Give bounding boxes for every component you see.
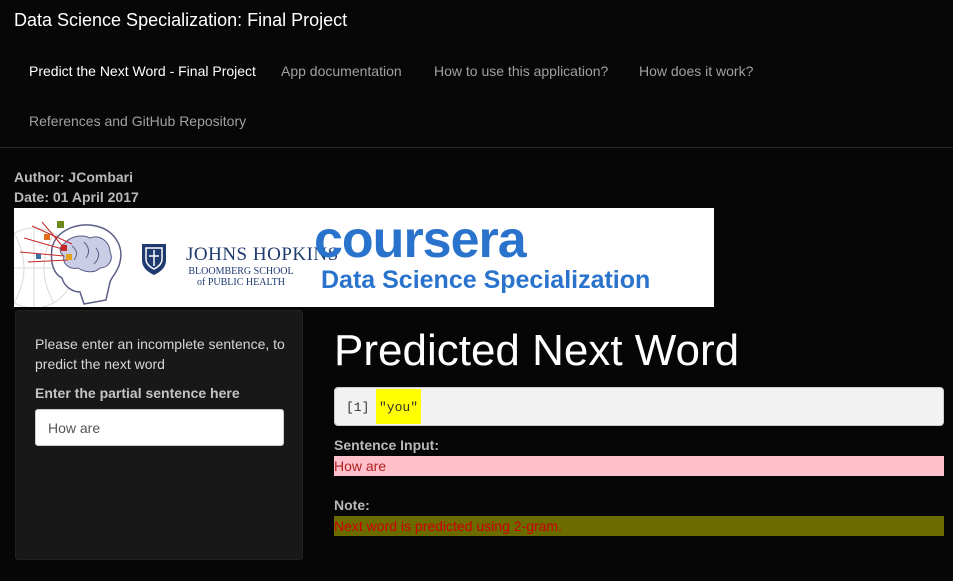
sentence-input-label: Enter the partial sentence here xyxy=(35,385,240,401)
header-banner: JOHNS HOPKINS BLOOMBERG SCHOOL of PUBLIC… xyxy=(14,208,714,307)
author-line: Author: JCombari xyxy=(14,169,133,185)
tab-references[interactable]: References and GitHub Repository xyxy=(29,113,246,129)
date-line: Date: 01 April 2017 xyxy=(14,189,139,205)
note-value: Next word is predicted using 2-gram. xyxy=(334,516,944,536)
app-title[interactable]: Data Science Specialization: Final Proje… xyxy=(14,10,347,31)
johns-hopkins-shield-icon xyxy=(142,244,166,275)
sidebar-panel: Please enter an incomplete sentence, to … xyxy=(15,310,303,560)
output-index: [1] xyxy=(346,400,370,415)
sentence-input-value: How are xyxy=(334,456,944,476)
brain-network-logo xyxy=(14,221,122,307)
navbar: Data Science Specialization: Final Proje… xyxy=(0,0,953,148)
tab-how-does-it-work[interactable]: How does it work? xyxy=(639,63,753,79)
sentence-input-heading: Sentence Input: xyxy=(334,437,440,453)
tab-app-documentation[interactable]: App documentation xyxy=(281,63,402,79)
bloomberg-school-label: BLOOMBERG SCHOOL xyxy=(188,266,294,277)
specialization-label: Data Science Specialization xyxy=(321,266,651,294)
instructions-text: Please enter an incomplete sentence, to … xyxy=(35,336,285,372)
public-health-label: of PUBLIC HEALTH xyxy=(197,277,285,288)
note-heading: Note: xyxy=(334,497,370,513)
prediction-output: [1] "you" xyxy=(334,387,944,426)
coursera-logo: coursera xyxy=(314,211,527,269)
sentence-input[interactable] xyxy=(35,409,284,446)
tab-predict[interactable]: Predict the Next Word - Final Project xyxy=(29,63,256,79)
page-title: Predicted Next Word xyxy=(334,326,740,375)
predicted-word: "you" xyxy=(376,389,422,424)
tab-how-to-use[interactable]: How to use this application? xyxy=(434,63,608,79)
